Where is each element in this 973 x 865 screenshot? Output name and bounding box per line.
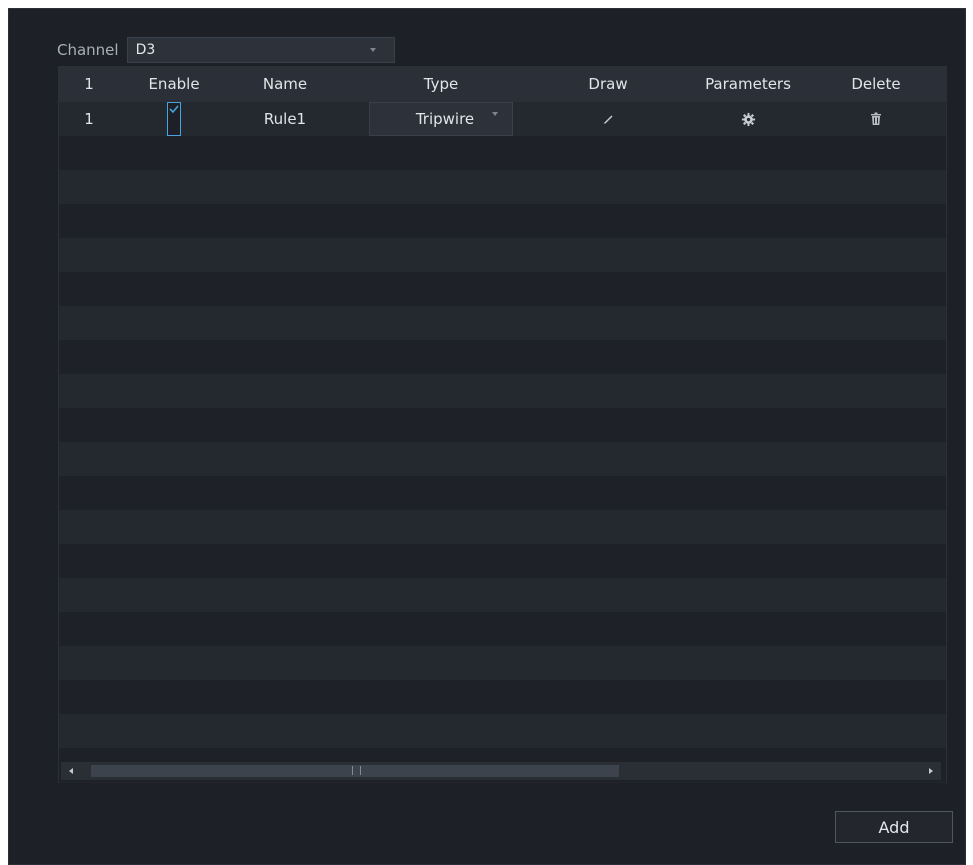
table-row <box>59 578 946 612</box>
grip-icon: | | <box>351 766 363 776</box>
table-row <box>59 340 946 374</box>
row-parameters-cell <box>675 102 821 136</box>
type-value: Tripwire <box>415 110 475 128</box>
type-select[interactable]: Tripwire <box>369 102 513 136</box>
header-draw: Draw <box>588 75 628 93</box>
table-body: 1 Rule1 Tripwire <box>59 102 946 782</box>
row-enable-cell <box>119 102 229 136</box>
table-row <box>59 476 946 510</box>
table-row <box>59 306 946 340</box>
table-row <box>59 136 946 170</box>
header-no: 1 <box>84 75 94 93</box>
smart-plan-panel: Channel D3 1 Enable Name Type Draw Param… <box>8 8 966 865</box>
channel-value: D3 <box>135 42 156 58</box>
scroll-right-icon[interactable] <box>929 768 933 774</box>
channel-row: Channel D3 <box>57 33 395 67</box>
table-row <box>59 714 946 748</box>
table-row <box>59 408 946 442</box>
header-parameters: Parameters <box>705 75 791 93</box>
pencil-icon[interactable] <box>601 102 615 136</box>
table-row <box>59 204 946 238</box>
table-row <box>59 170 946 204</box>
row-no: 1 <box>84 110 94 128</box>
table-row <box>59 680 946 714</box>
trash-icon[interactable] <box>870 102 882 136</box>
enable-checkbox[interactable] <box>167 102 181 136</box>
table-row <box>59 510 946 544</box>
table-header: 1 Enable Name Type Draw Parameters Delet… <box>59 66 946 102</box>
table-row <box>59 646 946 680</box>
table-row: 1 Rule1 Tripwire <box>59 102 946 136</box>
table-row <box>59 442 946 476</box>
table-row <box>59 238 946 272</box>
chevron-down-icon <box>369 48 376 52</box>
rules-table: 1 Enable Name Type Draw Parameters Delet… <box>58 66 947 783</box>
gear-icon[interactable] <box>741 102 756 136</box>
table-row <box>59 272 946 306</box>
add-button[interactable]: Add <box>835 811 953 843</box>
row-type-cell: Tripwire <box>341 102 541 136</box>
scroll-thumb[interactable]: | | <box>91 765 619 777</box>
row-draw-cell <box>541 102 675 136</box>
channel-label: Channel <box>57 41 119 59</box>
row-name: Rule1 <box>263 110 307 128</box>
header-name: Name <box>262 75 308 93</box>
chevron-down-icon <box>492 112 498 116</box>
row-delete-cell <box>821 102 931 136</box>
scroll-left-icon[interactable] <box>69 768 73 774</box>
header-delete: Delete <box>851 75 901 93</box>
table-row <box>59 544 946 578</box>
header-enable: Enable <box>148 75 200 93</box>
channel-select[interactable]: D3 <box>126 37 395 63</box>
header-type: Type <box>423 75 459 93</box>
check-icon <box>169 105 179 114</box>
horizontal-scrollbar[interactable]: | | <box>61 762 941 780</box>
table-row <box>59 374 946 408</box>
table-row <box>59 612 946 646</box>
